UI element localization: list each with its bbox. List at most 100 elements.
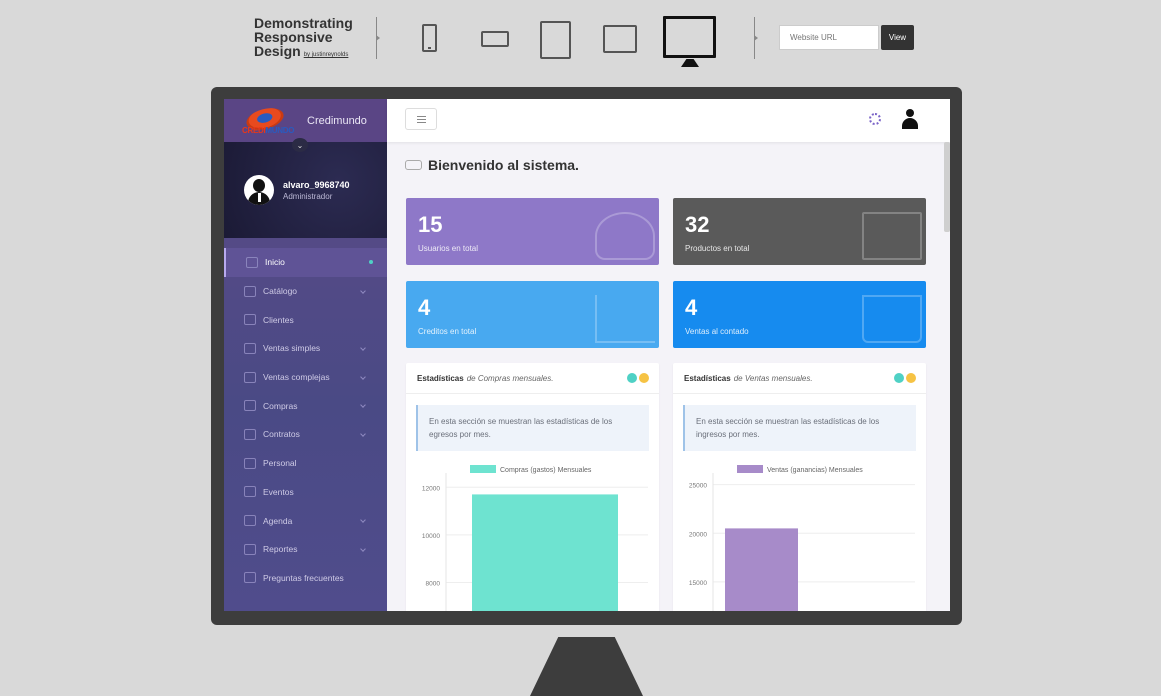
sidebar-item-eventos[interactable]: Eventos: [224, 478, 387, 507]
logo-text-mundo: MUNDO: [265, 125, 295, 135]
contract-icon: [244, 428, 256, 440]
brand-line-1: Demonstrating: [254, 15, 353, 31]
user-role: Administrador: [283, 192, 333, 201]
card-subtitle: de Compras mensuales.: [466, 373, 554, 383]
users-icon: [595, 212, 655, 260]
view-button[interactable]: View: [881, 25, 914, 50]
bar[interactable]: [725, 528, 798, 611]
card-controls: [627, 373, 649, 383]
monitor-stand: [530, 637, 643, 696]
sidebar-item-agenda[interactable]: Agenda: [224, 506, 387, 535]
catalog-icon: [244, 285, 256, 297]
chevron-down-icon: [360, 373, 366, 380]
sidebar-item-label: Contratos: [263, 429, 300, 440]
boxes-icon: [862, 212, 922, 260]
sidebar-header: CREDIMUNDO Credimundo: [224, 99, 387, 142]
stat-tile-productos[interactable]: 32 Productos en total: [673, 198, 926, 265]
desktop-view-icon[interactable]: [663, 16, 716, 58]
basket-icon: [244, 342, 256, 354]
toolbar-separator: [754, 17, 758, 59]
stat-tile-creditos[interactable]: 4 Creditos en total: [406, 281, 659, 348]
sidebar-item-label: Agenda: [263, 515, 293, 526]
info-callout: En esta sección se muestran las estadíst…: [416, 405, 649, 451]
responsive-demo-toolbar: Demonstrating Responsive Design by justin…: [0, 0, 1161, 80]
phone-landscape-view-icon[interactable]: [481, 31, 509, 47]
user-menu-icon[interactable]: [902, 109, 918, 129]
stat-value: 32: [685, 212, 710, 237]
website-url-input[interactable]: [779, 25, 879, 50]
compras-bar-chart: Compras (gastos) Mensuales 12000 10000 8000: [422, 465, 648, 611]
y-tick-label: 8000: [426, 580, 441, 587]
card-header: Estadísticas de Ventas mensuales.: [673, 363, 926, 394]
trend-chart-icon: [595, 295, 655, 343]
sidebar-item-catalogo[interactable]: Catálogo: [224, 277, 387, 306]
brand-author-link[interactable]: by justinreynolds: [304, 52, 349, 58]
y-tick-label: 20000: [689, 531, 707, 538]
demo-brand: Demonstrating Responsive Design by justin…: [254, 16, 353, 62]
stat-tile-usuarios[interactable]: 15 Usuarios en total: [406, 198, 659, 265]
close-dot-icon[interactable]: [639, 373, 649, 383]
home-icon: [246, 256, 258, 268]
legend-swatch[interactable]: [470, 465, 496, 473]
sidebar-item-reportes[interactable]: Reportes: [224, 535, 387, 564]
stat-label: Creditos en total: [418, 327, 477, 336]
phone-view-icon[interactable]: [422, 24, 437, 52]
hamburger-menu-button[interactable]: [405, 108, 437, 130]
compras-stats-card: Estadísticas de Compras mensuales. En es…: [406, 363, 659, 611]
app-name: Credimundo: [307, 114, 367, 127]
gear-icon[interactable]: [869, 113, 881, 125]
bar[interactable]: [472, 494, 618, 611]
y-tick-label: 12000: [422, 485, 440, 492]
credimundo-logo[interactable]: CREDIMUNDO: [242, 103, 295, 135]
avatar[interactable]: [244, 175, 274, 205]
sidebar-item-ventas-complejas[interactable]: Ventas complejas: [224, 363, 387, 392]
info-callout: En esta sección se muestran las estadíst…: [683, 405, 916, 451]
sidebar-item-clientes[interactable]: Clientes: [224, 305, 387, 334]
close-dot-icon[interactable]: [906, 373, 916, 383]
minimize-dot-icon[interactable]: [894, 373, 904, 383]
brand-line-3: Design: [254, 43, 301, 59]
sidebar-item-label: Ventas complejas: [263, 372, 330, 383]
sidebar-item-contratos[interactable]: Contratos: [224, 420, 387, 449]
scrollbar[interactable]: [944, 142, 950, 232]
ventas-stats-card: Estadísticas de Ventas mensuales. En est…: [673, 363, 926, 611]
sidebar-item-ventas-simples[interactable]: Ventas simples: [224, 334, 387, 363]
agenda-icon: [244, 515, 256, 527]
sidebar-item-label: Clientes: [263, 314, 294, 325]
card-title: Estadísticas: [684, 373, 731, 383]
card-header: Estadísticas de Compras mensuales.: [406, 363, 659, 394]
sidebar-item-label: Compras: [263, 400, 298, 411]
minimize-dot-icon[interactable]: [627, 373, 637, 383]
chevron-down-icon: [360, 402, 366, 409]
sidebar-item-label: Preguntas frecuentes: [263, 572, 344, 583]
sidebar-item-label: Reportes: [263, 544, 298, 555]
stat-tile-ventas-contado[interactable]: 4 Ventas al contado: [673, 281, 926, 348]
stat-label: Ventas al contado: [685, 327, 749, 336]
logo-text-credi: CREDI: [242, 125, 266, 135]
chevron-down-icon: [360, 345, 366, 351]
tablet-view-icon[interactable]: [540, 21, 571, 59]
sidebar-item-label: Eventos: [263, 486, 294, 497]
chevron-down-icon: [360, 546, 366, 552]
card-title: Estadísticas: [417, 373, 464, 383]
legend-swatch[interactable]: [737, 465, 763, 473]
sidebar-item-inicio[interactable]: Inicio: [224, 248, 387, 277]
tablet-landscape-view-icon[interactable]: [603, 25, 637, 53]
y-tick-label: 25000: [689, 483, 707, 490]
sidebar-item-personal[interactable]: Personal: [224, 449, 387, 478]
sidebar-item-label: Catálogo: [263, 286, 298, 297]
legend-label: Compras (gastos) Mensuales: [500, 467, 592, 474]
ventas-chart: Ventas (ganancias) Mensuales 25000 20000 15…: [673, 461, 926, 611]
top-navbar: [387, 99, 950, 142]
sidebar-item-preguntas-frecuentes[interactable]: Preguntas frecuentes: [224, 564, 387, 593]
sidebar-nav: Inicio Catálogo Clientes Ventas simples …: [224, 248, 387, 592]
chevron-down-icon: [360, 431, 366, 437]
toolbar-separator: [376, 17, 380, 59]
stat-value: 15: [418, 212, 443, 237]
sidebar-item-label: Ventas simples: [263, 343, 321, 354]
stat-value: 4: [418, 295, 431, 320]
card-subtitle: de Ventas mensuales.: [733, 373, 813, 383]
ventas-bar-chart: Ventas (ganancias) Mensuales 25000 20000 15…: [689, 465, 915, 611]
chevron-down-icon[interactable]: ⌄: [292, 138, 308, 152]
sidebar-item-compras[interactable]: Compras: [224, 391, 387, 420]
